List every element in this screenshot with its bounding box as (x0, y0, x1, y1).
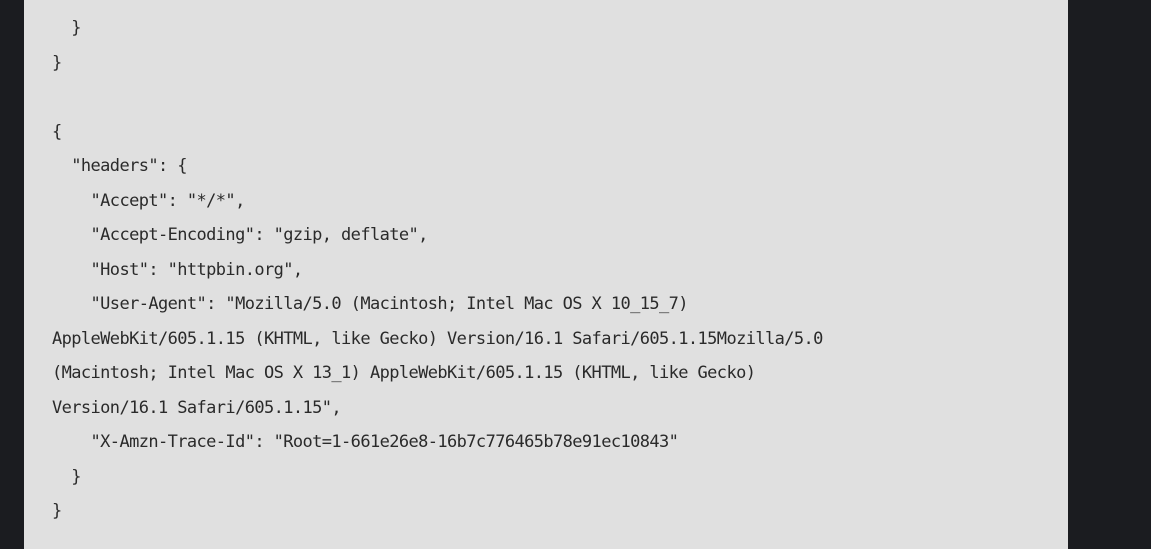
code-line: } (52, 501, 62, 521)
code-line: { (52, 121, 62, 142)
code-line: "Accept": "*/*", (52, 190, 246, 211)
code-line: "headers": { (52, 156, 187, 176)
code-line: } (52, 52, 62, 73)
code-line: "X-Amzn-Trace-Id": "Root=1-661e26e8-16b7… (52, 432, 679, 452)
code-line: AppleWebKit/605.1.15 (KHTML, like Gecko)… (52, 328, 823, 349)
code-line: } (52, 466, 81, 487)
code-line: "Accept-Encoding": "gzip, deflate", (52, 225, 429, 245)
code-line: "User-Agent": "Mozilla/5.0 (Macintosh; I… (52, 294, 689, 314)
code-line: "Host": "httpbin.org", (52, 259, 304, 280)
code-output-panel: } } { "headers": { "Accept": "*/*", "Acc… (24, 0, 1068, 549)
code-line: Version/16.1 Safari/605.1.15", (52, 397, 342, 418)
code-line: (Macintosh; Intel Mac OS X 13_1) AppleWe… (52, 363, 756, 383)
code-line: } (52, 18, 81, 38)
right-sidebar-background (1068, 0, 1151, 549)
